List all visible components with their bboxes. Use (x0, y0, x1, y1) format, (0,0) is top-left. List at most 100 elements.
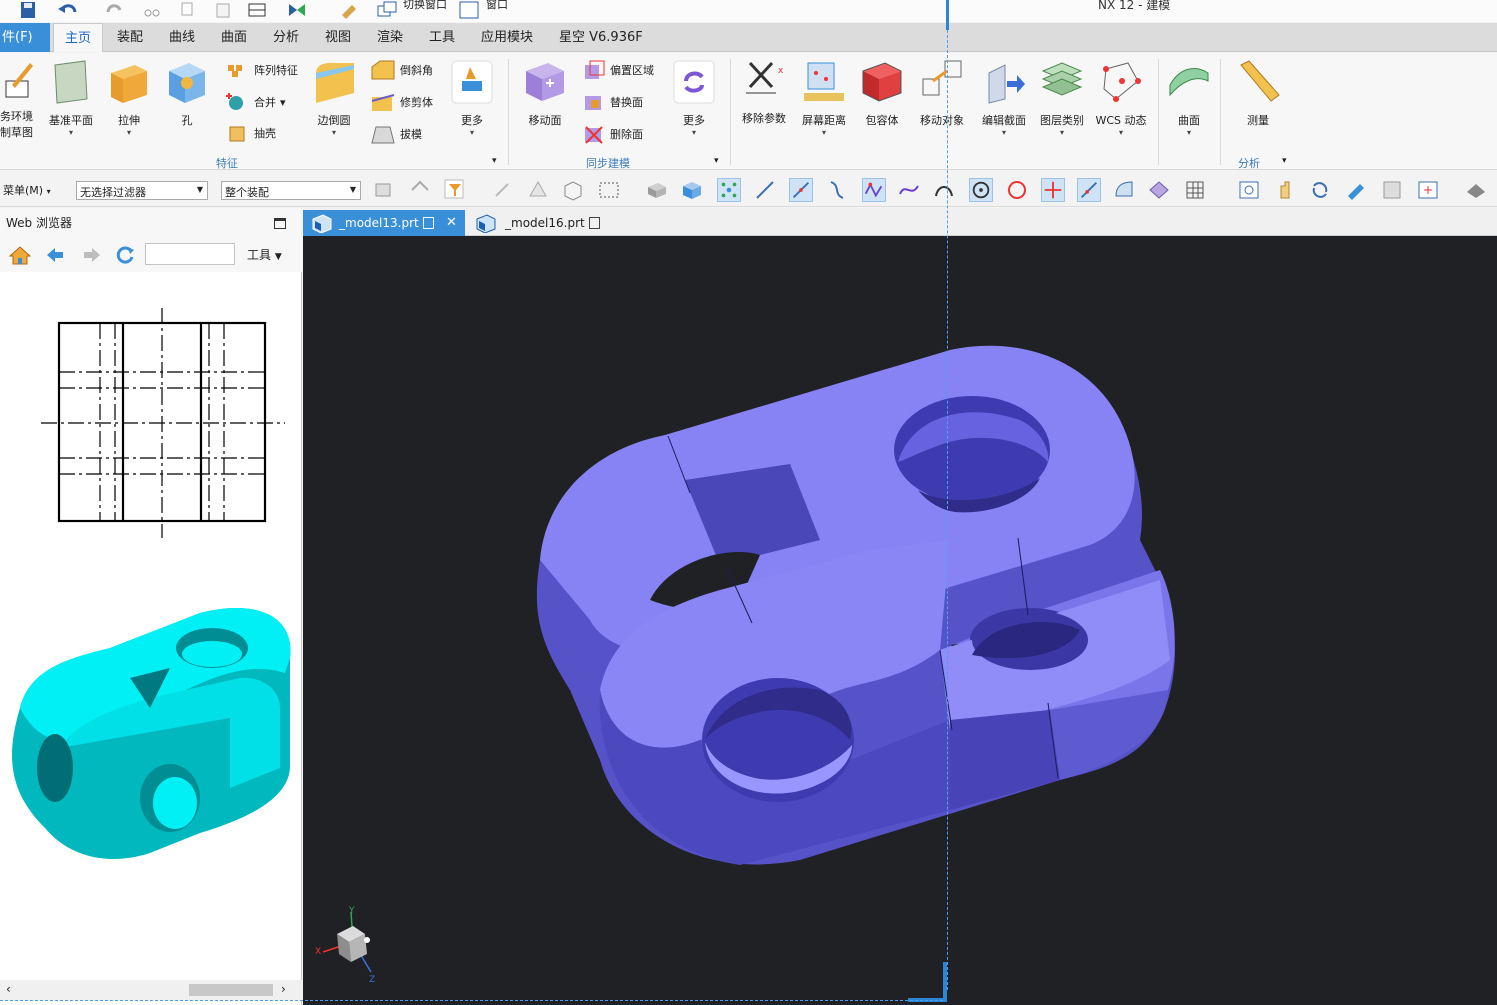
datum-plane-button[interactable]: 基准平面 ▾ (46, 59, 96, 137)
rotate-icon[interactable] (1308, 178, 1332, 202)
graphics-viewport[interactable]: Y X Z (303, 236, 1497, 1005)
tab-analysis[interactable]: 分析 (271, 23, 301, 52)
remove-params-button[interactable]: x 移除参数 (738, 57, 790, 126)
analysis-group-expand-icon[interactable]: ▾ (1282, 156, 1287, 166)
fit-view-icon[interactable] (1237, 178, 1261, 202)
back-icon[interactable] (45, 246, 65, 264)
home-icon[interactable] (8, 244, 32, 266)
type-filter-select[interactable]: 无选择过滤器 ▼ (76, 181, 208, 200)
unite-button[interactable]: 合并 ▾ (226, 91, 286, 113)
screen-distance-dropdown-icon[interactable]: ▾ (798, 128, 850, 137)
layer-category-dropdown-icon[interactable]: ▾ (1036, 128, 1088, 137)
view-box-icon[interactable] (645, 178, 669, 202)
tab-tools[interactable]: 工具 (427, 23, 457, 52)
paint-icon[interactable] (338, 1, 360, 19)
point-on-curve-icon[interactable] (1077, 178, 1101, 202)
model-3d-view[interactable] (303, 236, 1497, 1005)
edit-section-button[interactable]: 编辑截面 ▾ (978, 59, 1030, 137)
more-sync-button[interactable]: 更多 ▾ (668, 59, 720, 137)
line-icon[interactable] (753, 178, 777, 202)
cut-icon[interactable] (142, 1, 162, 19)
edge-blend-dropdown-icon[interactable]: ▾ (308, 128, 360, 137)
more-feature-dropdown-icon[interactable]: ▾ (446, 128, 498, 137)
wcs-dynamic-button[interactable]: WCS 动态 ▾ (1094, 59, 1148, 137)
filter-icon[interactable] (443, 178, 467, 202)
tab-view[interactable]: 视图 (323, 23, 353, 52)
tab-curve[interactable]: 曲线 (167, 23, 197, 52)
window-label[interactable]: 窗口 (486, 0, 508, 12)
feature-group-expand-icon[interactable]: ▾ (492, 156, 497, 166)
offset-region-button[interactable]: 偏置区域 (582, 59, 654, 81)
screen-distance-button[interactable]: 屏幕距离 ▾ (798, 59, 850, 137)
snap-points-icon[interactable] (717, 178, 741, 202)
rectangle-select-icon[interactable] (597, 178, 621, 202)
hole-button[interactable]: 孔 (164, 59, 210, 128)
point-on-face-icon[interactable] (1112, 178, 1136, 202)
menu-button[interactable]: 菜单(M) ▾ (3, 182, 51, 198)
layer-category-button[interactable]: 图层类别 ▾ (1036, 59, 1088, 137)
curve-point-icon[interactable] (825, 178, 849, 202)
scroll-right-icon[interactable]: › (281, 982, 286, 996)
maximize-icon[interactable] (274, 218, 286, 229)
more-sync-dropdown-icon[interactable]: ▾ (668, 128, 720, 137)
switch-window-label[interactable]: 切换窗口 (403, 0, 447, 12)
select-assembly-icon[interactable] (408, 178, 432, 202)
delete-face-button[interactable]: 删除面 (582, 123, 643, 145)
view-cube-icon[interactable] (680, 178, 704, 202)
datum-plane-dropdown-icon[interactable]: ▾ (46, 128, 96, 137)
scroll-left-icon[interactable]: ‹ (6, 982, 11, 996)
select-feature-icon[interactable] (372, 178, 396, 202)
scroll-thumb[interactable] (189, 984, 273, 996)
horizontal-scrollbar[interactable]: ‹ › (0, 980, 302, 1000)
paste-icon[interactable] (213, 1, 233, 19)
save-icon[interactable] (18, 1, 38, 19)
surface-dropdown-icon[interactable]: ▾ (1164, 128, 1214, 137)
extrude-button[interactable]: 拉伸 ▾ (104, 59, 154, 137)
tab-xingkong[interactable]: 星空 V6.936F (557, 23, 645, 52)
tools-menu[interactable]: 工具 ▼ (247, 246, 282, 263)
close-icon[interactable]: ✕ (446, 210, 457, 236)
show-hide-icon[interactable] (1147, 178, 1171, 202)
unite-dropdown-icon[interactable]: ▾ (280, 96, 286, 109)
control-point-icon[interactable] (862, 178, 886, 202)
replace-face-button[interactable]: 替换面 (582, 91, 643, 113)
tab-assembly[interactable]: 装配 (115, 23, 145, 52)
sync-group-expand-icon[interactable]: ▾ (714, 156, 719, 166)
window-icon[interactable] (246, 1, 270, 19)
orient-icon[interactable] (286, 1, 308, 19)
spline-icon[interactable] (897, 178, 921, 202)
draft-button[interactable]: 拔模 (370, 123, 422, 145)
edge-blend-button[interactable]: 边倒圆 ▾ (308, 59, 360, 137)
measure-button[interactable]: 测量 (1232, 59, 1284, 128)
tab-applications[interactable]: 应用模块 (479, 23, 535, 52)
edit-section-dropdown-icon[interactable]: ▾ (978, 128, 1030, 137)
address-input[interactable] (145, 243, 235, 265)
pattern-feature-button[interactable]: 阵列特征 (226, 61, 298, 79)
move-object-button[interactable]: 移动对象 (916, 59, 968, 128)
snap-icon[interactable] (490, 178, 514, 202)
trim-body-button[interactable]: 修剪体 (370, 91, 433, 113)
scope-select[interactable]: 整个装配 ▼ (221, 181, 361, 200)
tab-file[interactable]: 件(F) (0, 23, 50, 52)
intersection-icon[interactable] (1041, 178, 1065, 202)
tab-model16[interactable]: _model16.prt (469, 210, 609, 236)
shell-button[interactable]: 抽壳 (226, 123, 276, 143)
grid-icon[interactable] (1183, 178, 1207, 202)
tab-render[interactable]: 渲染 (375, 23, 405, 52)
orient-view-icon[interactable] (1416, 178, 1440, 202)
select-body-icon[interactable] (561, 178, 585, 202)
extrude-dropdown-icon[interactable]: ▾ (104, 128, 154, 137)
tab-home[interactable]: 主页 (53, 23, 103, 52)
window-list-icon[interactable] (458, 1, 480, 19)
refresh-icon[interactable] (114, 244, 136, 266)
copy-icon[interactable] (178, 1, 198, 19)
undo-icon[interactable] (56, 1, 80, 19)
surface-button[interactable]: 曲面 ▾ (1164, 59, 1214, 137)
arc-center-icon[interactable] (969, 178, 993, 202)
chamfer-button[interactable]: 倒斜角 (370, 59, 433, 81)
arc-icon[interactable] (932, 178, 956, 202)
switch-window-icon[interactable] (376, 1, 398, 19)
quadrant-icon[interactable] (1005, 178, 1029, 202)
redo-icon[interactable] (104, 1, 126, 19)
render-style-icon[interactable] (1344, 178, 1368, 202)
